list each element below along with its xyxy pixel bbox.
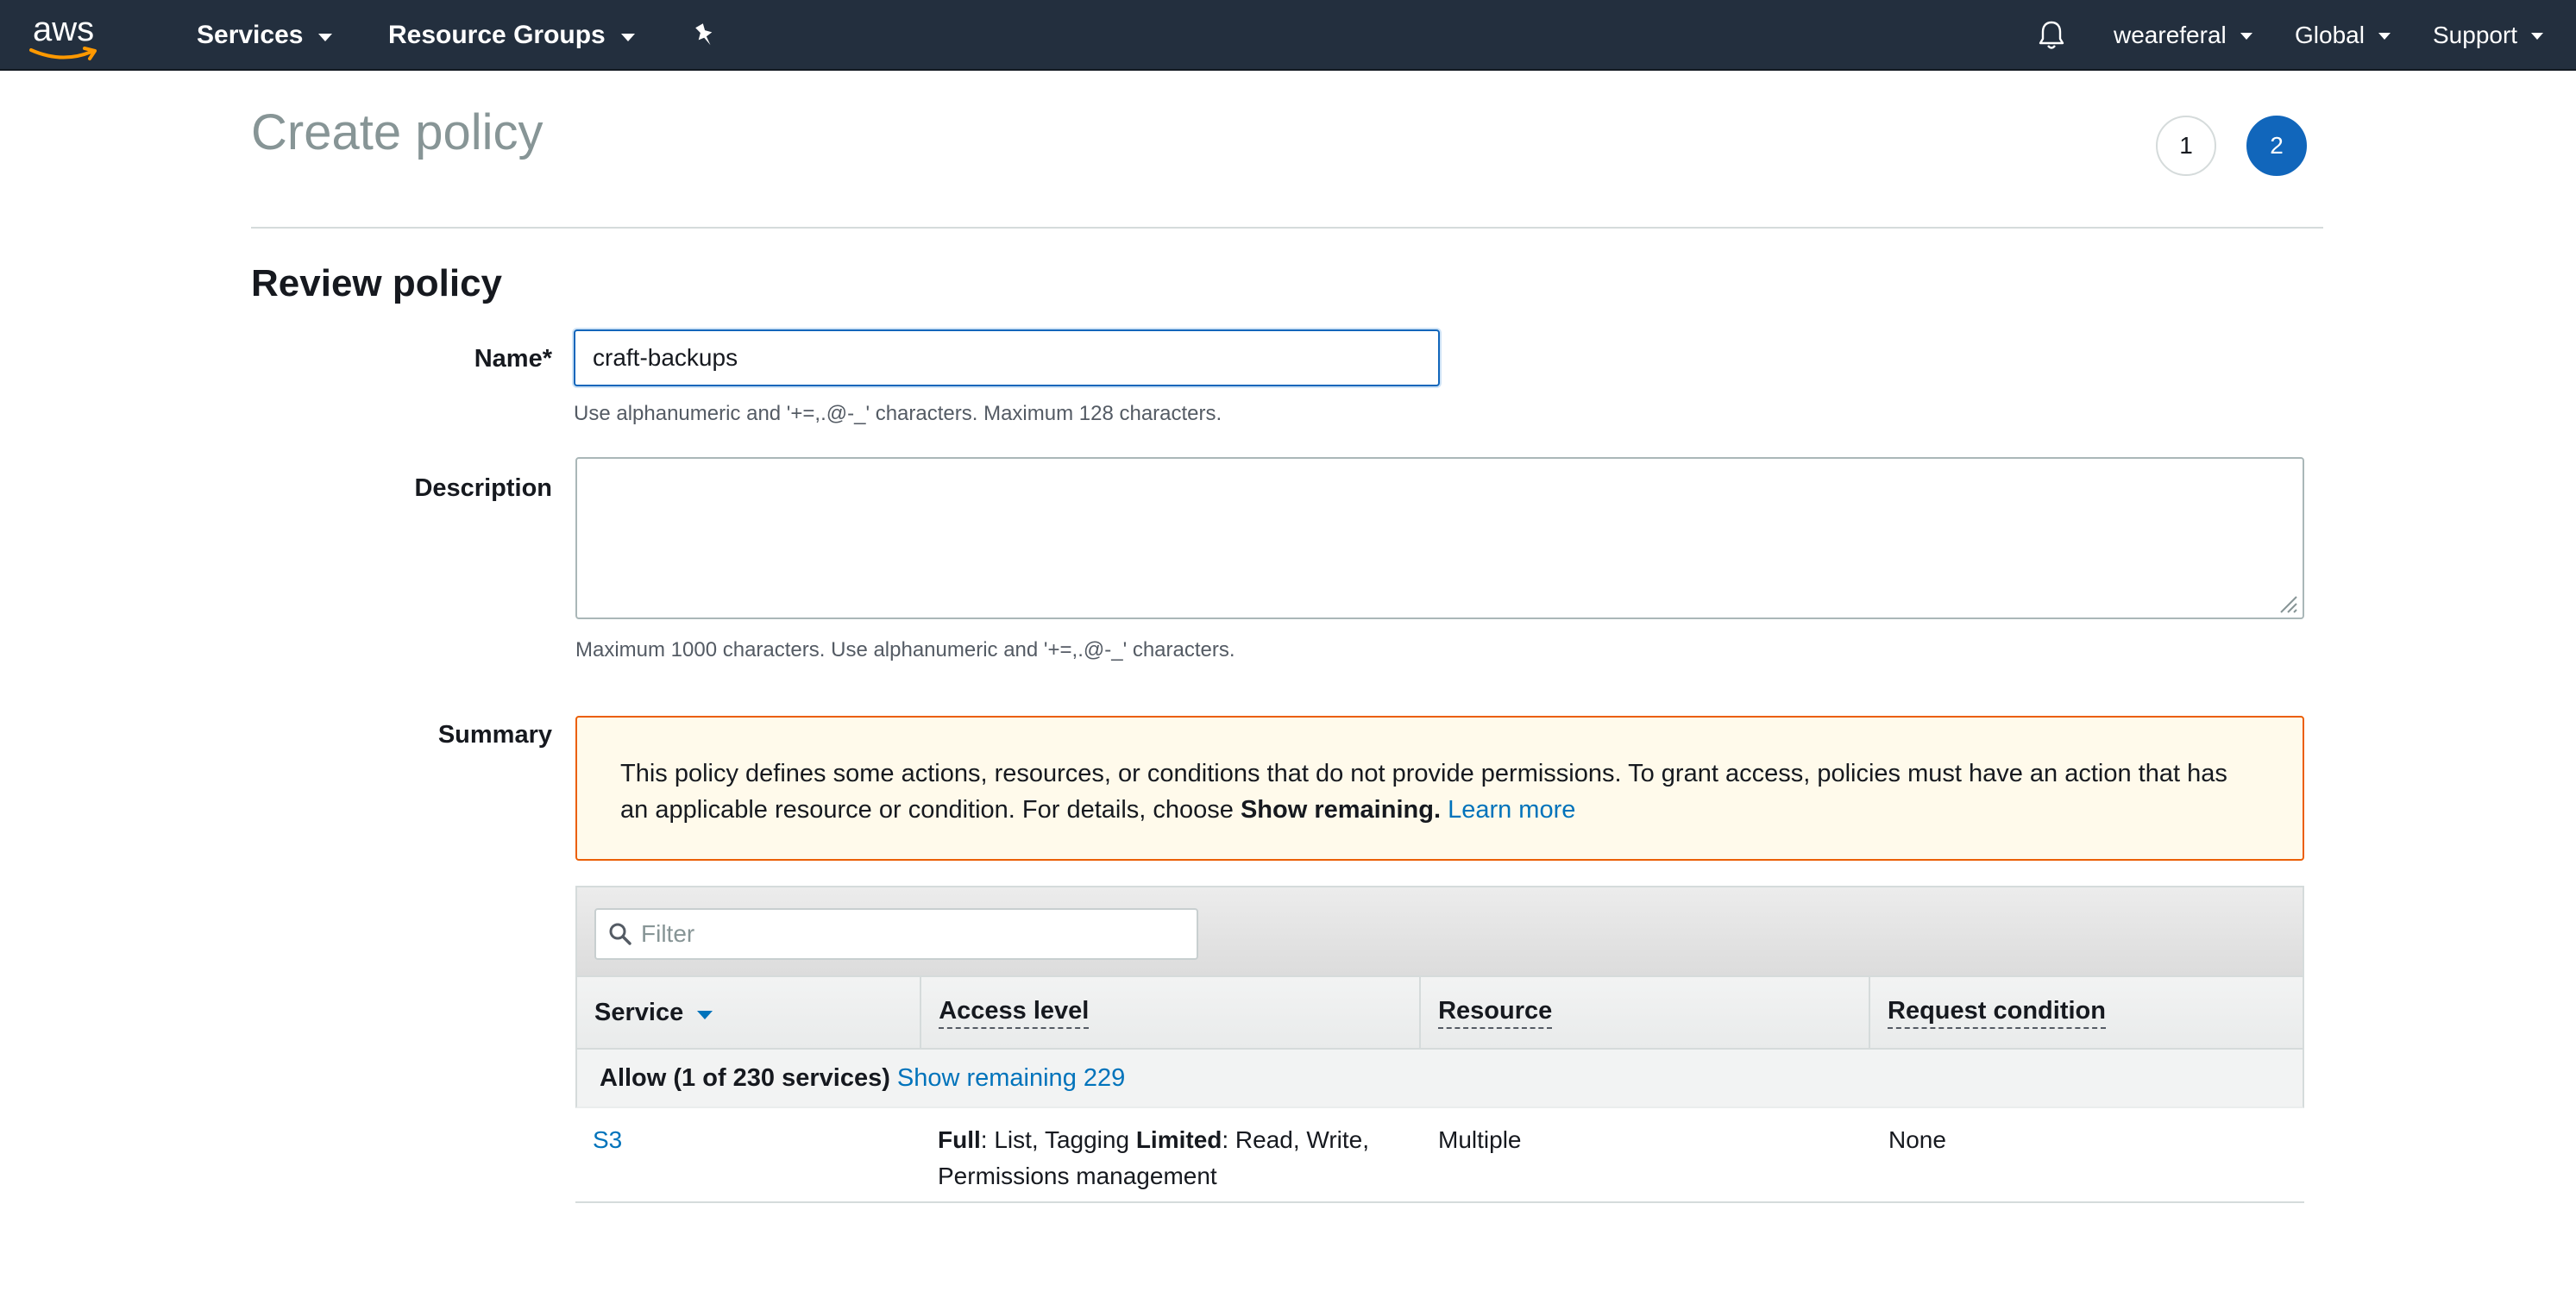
policy-warning-alert: This policy defines some actions, resour… [575,716,2304,861]
aws-logo[interactable]: aws [28,7,114,64]
support-menu[interactable]: Support [2433,0,2544,71]
service-link[interactable]: S3 [593,1126,622,1153]
allow-group-row: Allow (1 of 230 services) Show remaining… [575,1050,2304,1108]
wizard-step-1[interactable]: 1 [2156,116,2216,176]
wizard-step-2-active: 2 [2246,116,2307,176]
condition-cell: None [1888,1126,1946,1153]
access-limited-label: Limited [1135,1126,1222,1153]
table-row: S3 Full: List, Tagging Limited: Read, Wr… [575,1108,2304,1203]
resource-groups-label: Resource Groups [388,21,606,49]
column-header-resource[interactable]: Resource [1421,977,1871,1048]
region-label: Global [2295,22,2365,48]
table-header-row: Service Access level Resource Request co… [575,975,2304,1050]
column-header-label: Resource [1438,997,1553,1029]
header-divider [251,227,2323,229]
description-label: Description [414,474,552,502]
table-filter-bar [575,886,2304,975]
policy-summary-table: Service Access level Resource Request co… [575,886,2304,1203]
filter-input[interactable] [641,920,1159,948]
access-level-cell: Full: List, Tagging Limited: Read, Write… [920,1108,1421,1201]
show-remaining-link[interactable]: Show remaining 229 [897,1064,1125,1093]
support-label: Support [2433,22,2518,48]
chevron-down-icon [2378,33,2391,40]
filter-field[interactable] [594,908,1198,960]
logo-text: aws [33,10,95,48]
region-menu[interactable]: Global [2295,0,2391,71]
chevron-down-icon [620,33,635,41]
learn-more-link[interactable]: Learn more [1448,796,1575,824]
column-header-service[interactable]: Service [577,977,922,1048]
chevron-down-icon [2531,33,2544,40]
summary-label: Summary [437,721,552,749]
account-menu[interactable]: weareferal [2114,0,2252,71]
account-label: weareferal [2114,22,2227,48]
notifications-button[interactable] [2038,0,2065,71]
access-full-value: : List, Tagging [980,1126,1136,1153]
column-header-request-condition[interactable]: Request condition [1870,977,2303,1048]
search-icon [609,923,631,945]
resize-handle-icon[interactable] [2276,592,2298,614]
column-header-access-level[interactable]: Access level [921,977,1422,1048]
bell-icon [2039,21,2064,49]
name-hint: Use alphanumeric and '+=,.@-_' character… [574,402,1222,425]
policy-name-input[interactable] [574,329,1440,386]
chevron-down-icon [2240,33,2252,40]
resource-cell: Multiple [1438,1126,1522,1153]
top-navigation-bar: aws Services Resource Groups weareferal … [0,0,2576,71]
sort-descending-icon [697,1011,713,1019]
column-header-label: Request condition [1888,997,2106,1029]
allow-group-label: Allow (1 of 230 services) [600,1063,890,1092]
pushpin-icon [695,23,713,46]
warning-bold-text: Show remaining. [1240,796,1441,824]
resource-groups-menu[interactable]: Resource Groups [388,0,635,71]
services-menu[interactable]: Services [197,0,333,71]
section-title: Review policy [251,262,503,304]
pin-button[interactable] [694,0,716,71]
column-header-label: Service [594,998,684,1026]
name-label: Name* [474,345,552,373]
services-label: Services [197,21,304,49]
description-textarea[interactable] [575,457,2304,619]
chevron-down-icon [318,33,333,41]
column-header-label: Access level [939,997,1090,1029]
description-hint: Maximum 1000 characters. Use alphanumeri… [575,638,1235,661]
logo-smile-icon [29,47,97,60]
access-full-label: Full [938,1126,981,1153]
page-title: Create policy [251,104,543,160]
service-cell: S3 [575,1108,920,1201]
